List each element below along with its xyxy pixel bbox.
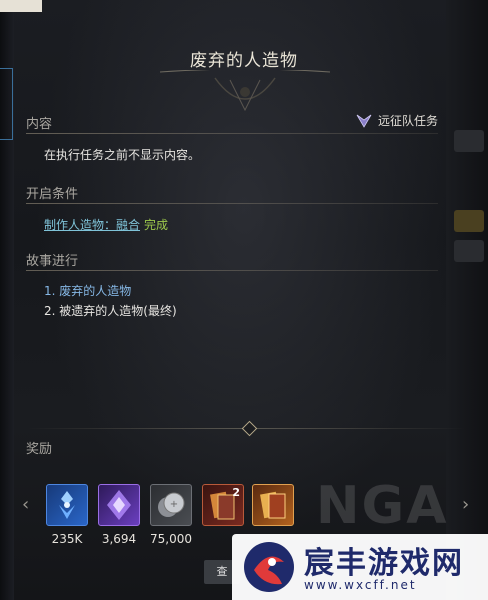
right-edge-block [454,210,484,232]
site-watermark: 宸丰游戏网 www.wxcff.net [232,534,488,600]
svg-text:+: + [170,499,178,510]
content-text: 在执行任务之前不显示内容。 [44,148,201,162]
background-watermark-text: NGA [316,476,449,536]
reward-qty: 3,694 [101,532,137,546]
quest-type-label: 远征队任务 [377,114,438,128]
watermark-title: 宸丰游戏网 [304,546,464,581]
condition-link[interactable]: 制作人造物：融合 [44,218,140,232]
story-item[interactable]: 1. 废弃的人造物 [44,282,131,299]
purple-crystal-icon [107,490,131,520]
card-pack-gold-icon [260,491,286,519]
content-section-label: 内容 [26,117,53,132]
blue-crystal-icon [59,491,75,519]
rewards-prev-arrow-icon[interactable]: ‹ [22,494,29,515]
reward-item[interactable]: 2 [202,484,244,526]
reward-count-badge: 2 [232,486,240,499]
rewards-next-arrow-icon[interactable]: › [462,494,469,515]
story-item[interactable]: 2. 被遗弃的人造物(最终) [44,302,177,319]
section-divider [26,133,438,134]
conditions-section-label: 开启条件 [26,187,79,202]
reward-item[interactable] [252,484,294,526]
title-ornament [160,70,330,112]
silver-coin-icon: + [158,492,185,517]
watermark-logo-icon [244,542,294,592]
left-edge-highlight[interactable] [0,68,13,140]
rewards-section-label: 奖励 [26,442,53,457]
condition-status: 完成 [144,218,169,232]
left-edge-tab [0,0,42,12]
reward-qty: 75,000 [150,532,192,546]
section-divider [26,203,438,204]
quest-title: 废弃的人造物 [190,51,298,71]
left-edge-panel [0,0,42,600]
right-edge-block [454,240,484,262]
quest-type-tag: 远征队任务 [356,112,438,129]
watermark-url: www.wxcff.net [304,578,417,592]
reward-item[interactable]: + [150,484,192,526]
story-section-label: 故事进行 [26,254,79,269]
condition-row: 制作人造物：融合 完成 [44,216,168,233]
reward-item[interactable] [98,484,140,526]
reward-qty: 235K [51,532,83,546]
reward-item[interactable] [46,484,88,526]
section-divider [26,270,438,271]
expedition-icon [356,114,372,128]
right-edge-block [454,130,484,152]
